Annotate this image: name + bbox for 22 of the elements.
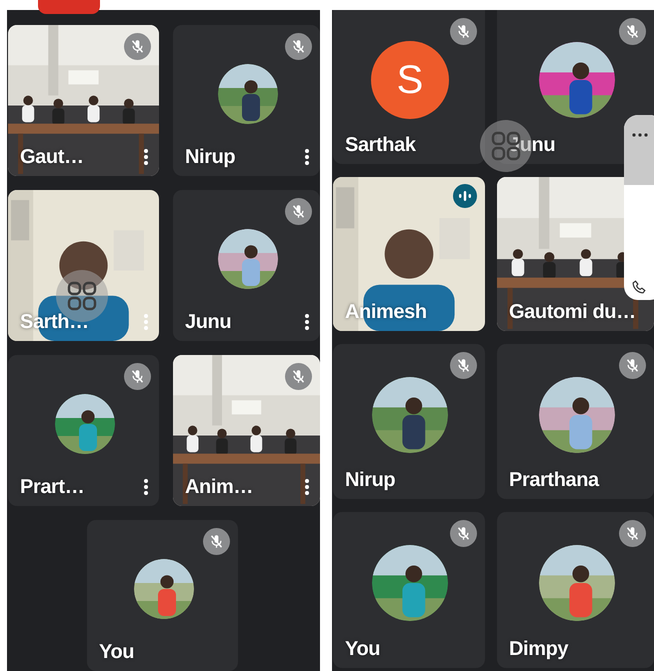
participant-name: Nirup — [345, 469, 396, 491]
participant-name: Junu — [185, 311, 232, 333]
participant-name: You — [345, 638, 380, 660]
participant-name: Dimpy — [509, 638, 568, 660]
grid-icon — [67, 281, 97, 311]
more-icon[interactable] — [304, 313, 310, 331]
more-icon[interactable] — [304, 478, 310, 496]
participant-name: Nirup — [185, 146, 236, 168]
participant-name: Sarthak — [345, 134, 416, 156]
phone-icon[interactable] — [632, 280, 646, 294]
participant-name: You — [99, 641, 134, 663]
participant-name: Prarthana — [509, 469, 599, 491]
more-icon[interactable] — [632, 132, 648, 137]
participant-name: Anim… — [185, 476, 254, 498]
participant-name: Gaut… — [20, 146, 84, 168]
more-icon[interactable] — [304, 148, 310, 166]
end-call-button[interactable] — [38, 0, 100, 14]
avatar-initial: S — [371, 41, 449, 119]
participant-name: Prart… — [20, 476, 84, 498]
participant-name: Gautomi du… — [509, 301, 636, 323]
more-icon[interactable] — [143, 148, 149, 166]
more-icon[interactable] — [143, 478, 149, 496]
